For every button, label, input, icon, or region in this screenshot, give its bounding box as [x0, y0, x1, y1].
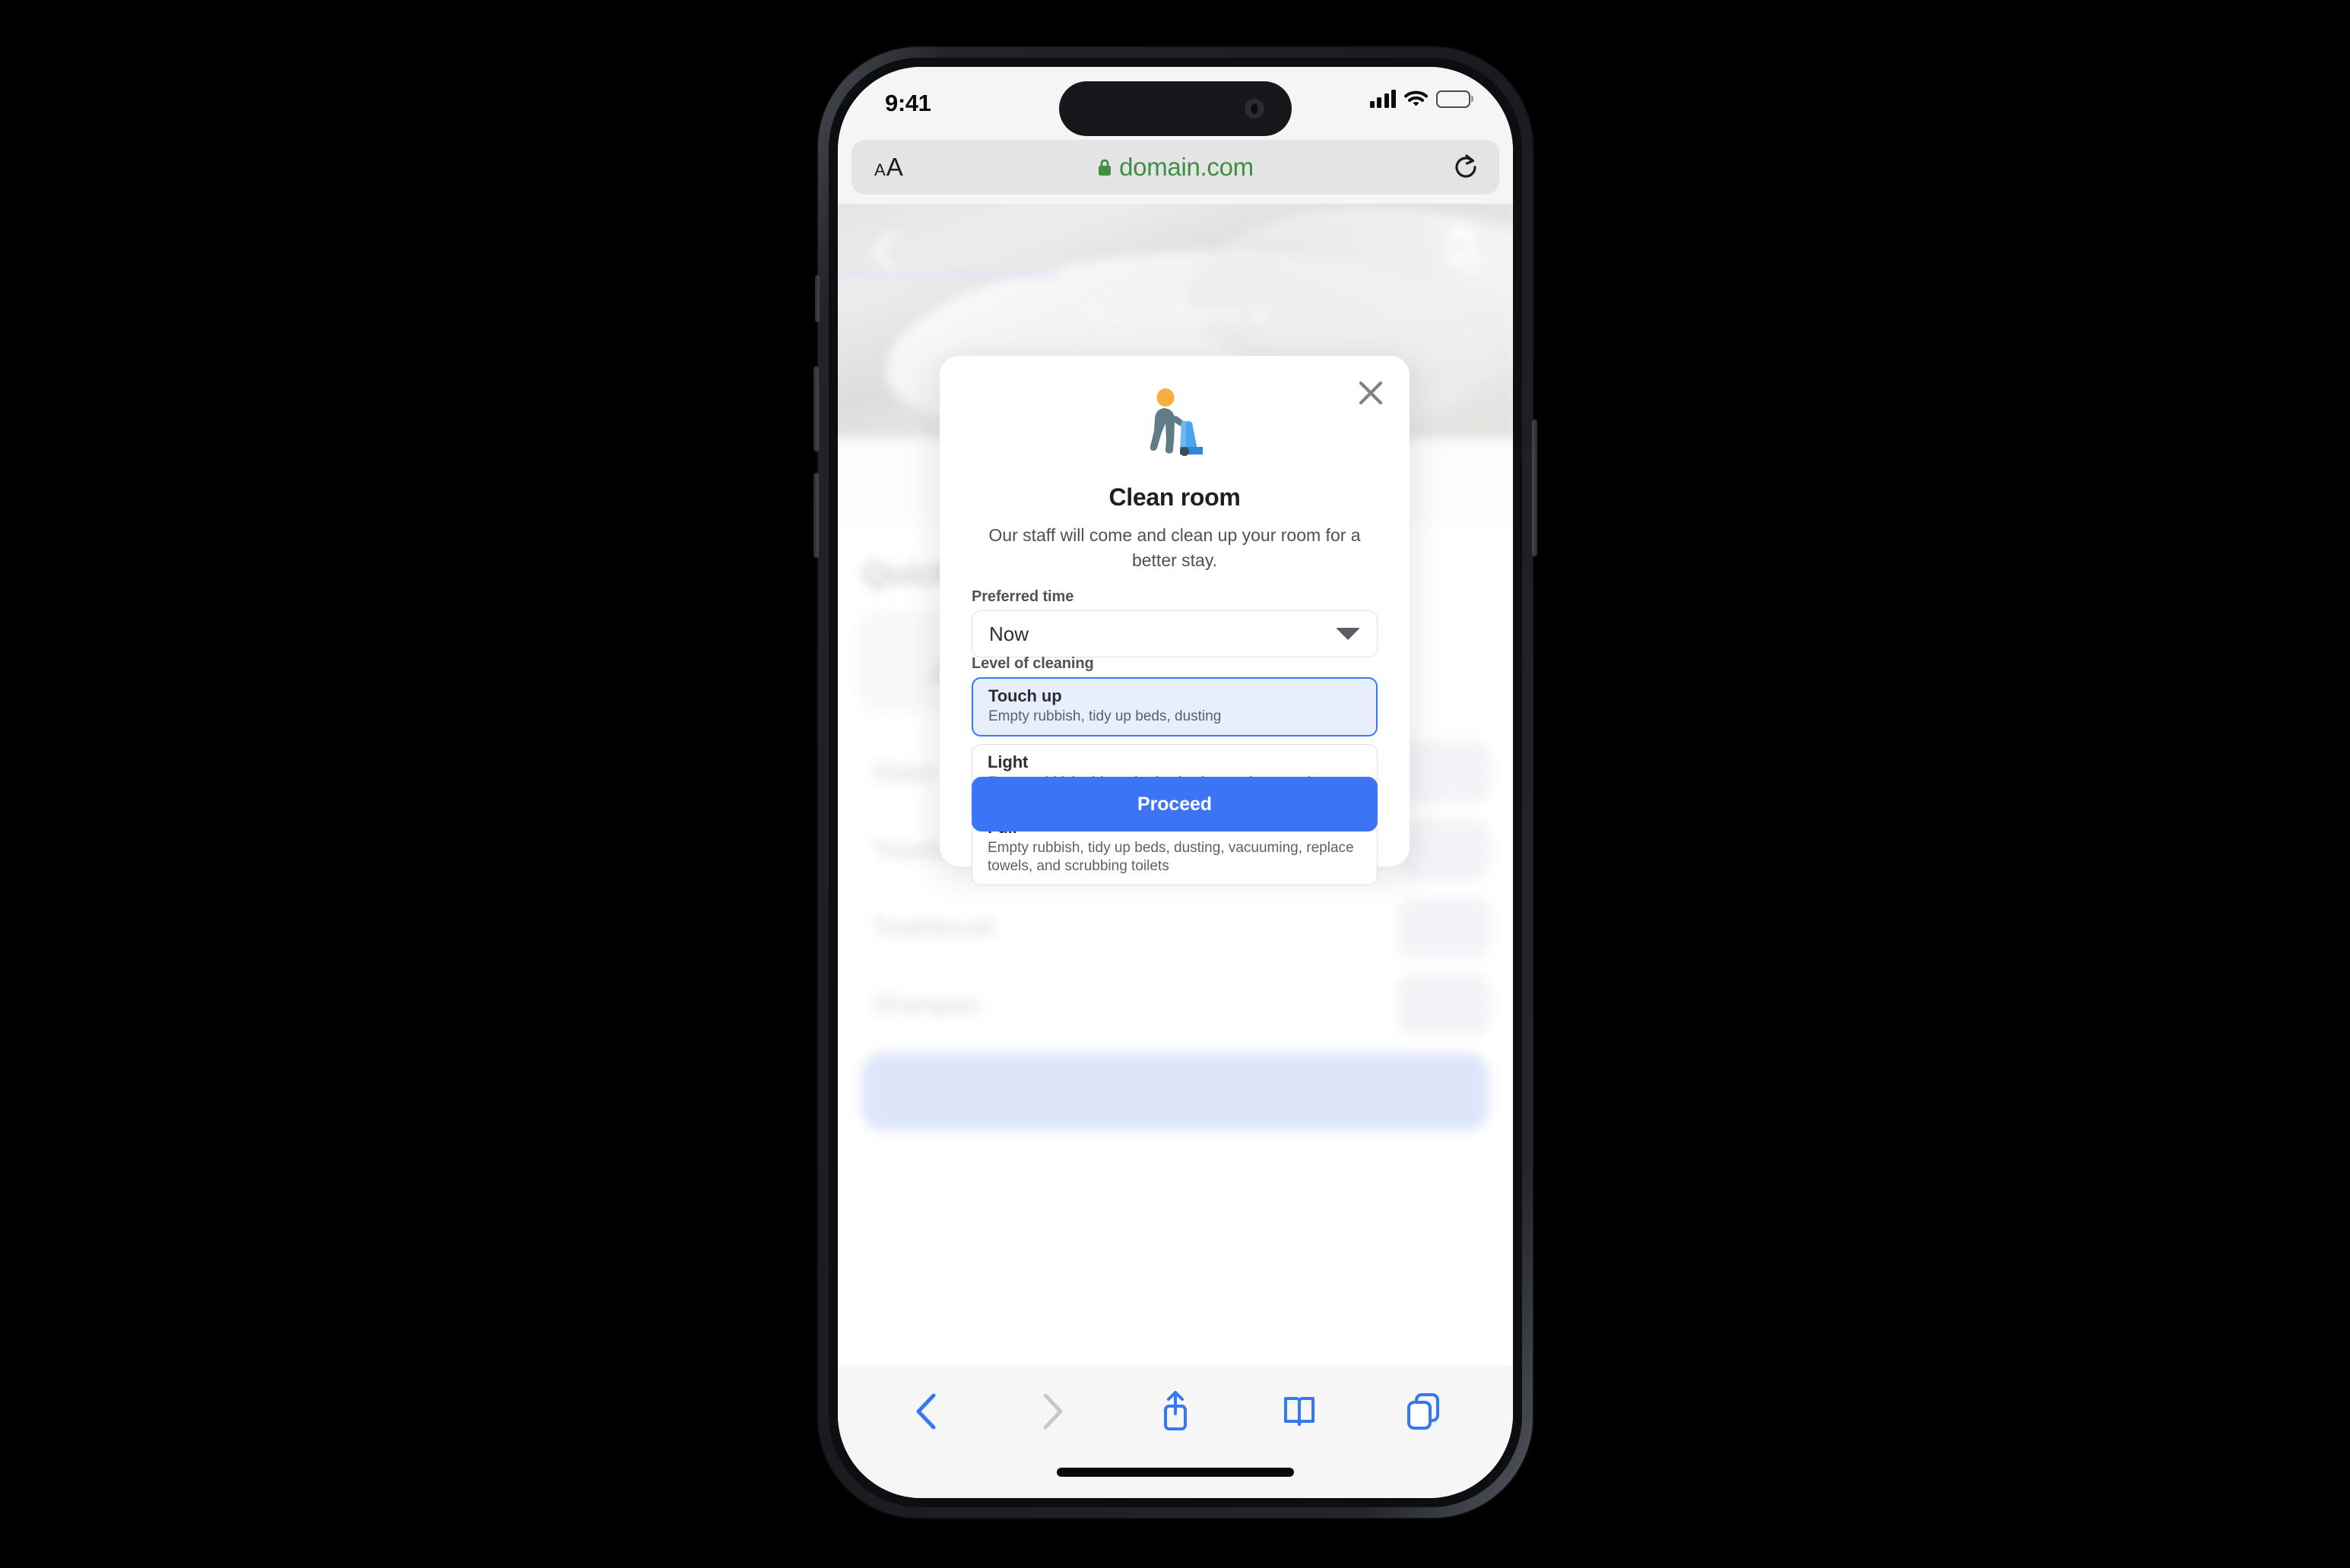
safari-bottom-toolbar: [838, 1365, 1513, 1498]
volume-up-button[interactable]: [813, 366, 819, 451]
dynamic-island: [1059, 81, 1292, 136]
silent-switch[interactable]: [815, 275, 820, 322]
browser-back-icon[interactable]: [908, 1389, 947, 1433]
chevron-down-icon: [1336, 628, 1360, 640]
option-touch-up[interactable]: Touch up Empty rubbish, tidy up beds, du…: [972, 677, 1378, 736]
preferred-time-label: Preferred time: [972, 588, 1074, 605]
share-icon[interactable]: [1156, 1389, 1195, 1433]
url-display[interactable]: domain.com: [852, 153, 1499, 182]
clean-room-modal: Clean room Our staff will come and clean…: [940, 356, 1410, 885]
person-vacuuming-icon: [940, 388, 1410, 464]
proceed-button[interactable]: Proceed: [972, 777, 1378, 832]
toolbar-icons: [838, 1385, 1513, 1438]
url-text: domain.com: [1119, 153, 1254, 181]
safari-top-chrome: 9:41 A A domain.com: [838, 67, 1513, 204]
preferred-time-select[interactable]: Now: [972, 610, 1378, 657]
front-camera-icon: [1245, 99, 1264, 119]
tabs-icon[interactable]: [1403, 1389, 1443, 1433]
home-indicator: [1057, 1468, 1294, 1477]
option-name: Touch up: [988, 686, 1062, 705]
option-description: Empty rubbish, tidy up beds, dusting: [988, 708, 1222, 724]
address-bar[interactable]: AA domain.com: [852, 140, 1499, 195]
status-bar: 9:41: [838, 67, 1513, 137]
screenshot-stage: Assistance Requests Service Quick reques…: [0, 0, 2350, 1568]
power-button[interactable]: [1532, 420, 1537, 556]
browser-forward-icon: [1032, 1389, 1071, 1433]
modal-subtitle: Our staff will come and clean up your ro…: [988, 525, 1361, 570]
lock-icon: [1097, 158, 1112, 176]
status-indicators: [1369, 90, 1470, 108]
option-description: Empty rubbish, tidy up beds, dusting, va…: [988, 840, 1354, 874]
level-of-cleaning-label: Level of cleaning: [972, 655, 1094, 672]
status-time: 9:41: [885, 90, 931, 116]
bookmarks-book-icon[interactable]: [1280, 1389, 1319, 1433]
battery-full-icon: [1436, 90, 1470, 108]
option-name: Light: [988, 752, 1029, 771]
volume-down-button[interactable]: [813, 473, 819, 558]
preferred-time-value: Now: [989, 622, 1029, 645]
reload-icon[interactable]: [1452, 154, 1479, 181]
cellular-signal-icon: [1369, 90, 1396, 108]
wifi-icon: [1404, 90, 1428, 108]
modal-title: Clean room: [1108, 483, 1241, 511]
